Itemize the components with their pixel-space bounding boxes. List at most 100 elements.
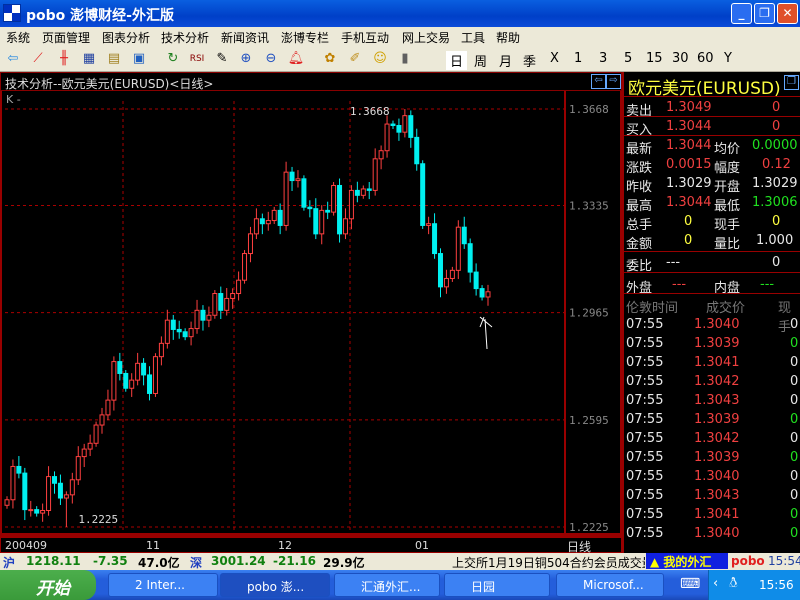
pencil-icon[interactable]: ✐ xyxy=(346,50,364,68)
trade-price: 1.3041 xyxy=(694,507,740,522)
candle-body xyxy=(87,442,93,450)
candle-body xyxy=(396,125,402,133)
period-day[interactable]: 日 xyxy=(446,51,468,70)
candle-body xyxy=(129,379,135,389)
task-huitong[interactable]: 汇通外汇... xyxy=(334,573,440,597)
sz-amount: 29.9亿 xyxy=(323,556,365,570)
candle-body xyxy=(63,494,69,499)
period-x[interactable]: X xyxy=(550,51,559,66)
period-15[interactable]: 15 xyxy=(646,51,663,66)
trade-price: 1.3040 xyxy=(694,317,740,332)
candle-body xyxy=(295,178,301,182)
menu-tech[interactable]: 技术分析 xyxy=(161,29,209,46)
low-value: 1.3006 xyxy=(752,195,798,210)
task-excel[interactable]: Microsof... xyxy=(556,573,664,597)
period-season[interactable]: 季 xyxy=(523,51,536,70)
zoom-in-icon[interactable]: ⊕ xyxy=(237,50,255,68)
candle-body xyxy=(147,374,153,394)
refresh-icon[interactable]: ↻ xyxy=(164,50,182,68)
period-60[interactable]: 60 xyxy=(697,51,714,66)
period-y[interactable]: Y xyxy=(724,51,732,66)
line-chart-icon[interactable]: ⟋ xyxy=(29,50,47,68)
menu-chart[interactable]: 图表分析 xyxy=(102,29,150,46)
minimize-button[interactable]: _ xyxy=(731,3,752,24)
candle-body xyxy=(348,189,354,220)
trade-price: 1.3039 xyxy=(694,412,740,427)
draw-pen-icon[interactable]: ✎ xyxy=(213,50,231,68)
trade-row: 07:55 1.3040 0 xyxy=(626,467,800,486)
task-internet-explorer[interactable]: 2 Inter... xyxy=(108,573,218,597)
smiley-icon[interactable]: ☺ xyxy=(371,50,389,68)
trade-time: 07:55 xyxy=(626,336,664,351)
keyboard-icon[interactable]: ⌨ xyxy=(680,576,700,592)
candle-body xyxy=(455,226,461,271)
candle-body xyxy=(420,163,426,226)
candle-body xyxy=(117,361,123,374)
trade-vol: 0 xyxy=(790,526,799,541)
menu-trade[interactable]: 网上交易 xyxy=(402,29,450,46)
period-month[interactable]: 月 xyxy=(499,51,512,70)
buy-price: 1.3044 xyxy=(666,119,712,134)
menu-help[interactable]: 帮助 xyxy=(496,29,520,46)
trade-vol: 0 xyxy=(790,317,799,332)
menu-tools[interactable]: 工具 xyxy=(461,29,485,46)
trade-row: 07:55 1.3039 0 xyxy=(626,334,800,353)
table-icon[interactable]: ▦ xyxy=(80,50,98,68)
candlestick-icon[interactable]: ╫ xyxy=(55,50,73,68)
period-5[interactable]: 5 xyxy=(624,51,632,66)
menu-news[interactable]: 新闻资讯 xyxy=(221,29,269,46)
tray-expand-icon[interactable]: ‹ xyxy=(713,576,718,591)
candle-body xyxy=(301,178,307,208)
candlestick-chart[interactable]: 1.3668 1.3335 1.2965 1.2595 1.2225 1.3668 1.22… xyxy=(0,91,622,537)
period-3[interactable]: 3 xyxy=(599,51,607,66)
prev-arrow-icon[interactable]: ⇦ xyxy=(591,74,606,89)
candle-body xyxy=(218,293,224,311)
total-vol-value: 0 xyxy=(684,214,693,229)
low-price-label: 1.2225 xyxy=(78,513,118,526)
alarm-bell-icon[interactable]: 🔔︎ xyxy=(287,50,305,68)
menu-page[interactable]: 页面管理 xyxy=(42,29,90,46)
period-week[interactable]: 周 xyxy=(474,51,487,70)
notes-icon[interactable]: ▤ xyxy=(105,50,123,68)
period-1[interactable]: 1 xyxy=(574,51,582,66)
next-arrow-icon[interactable]: ⇨ xyxy=(606,74,621,89)
rsi-icon[interactable]: RSI xyxy=(188,50,206,68)
trade-row: 07:55 1.3042 0 xyxy=(626,429,800,448)
candle-body xyxy=(158,342,164,358)
candle-body xyxy=(331,184,337,213)
period-30[interactable]: 30 xyxy=(672,51,689,66)
sell-price: 1.3049 xyxy=(666,100,712,115)
amount-value: 0 xyxy=(684,233,693,248)
restore-panel-icon[interactable]: ❐ xyxy=(784,75,799,90)
candle-body xyxy=(242,253,248,281)
candle-body xyxy=(253,218,259,235)
restore-button[interactable]: ❐ xyxy=(754,3,775,24)
start-button[interactable]: 开始 xyxy=(0,570,96,600)
trade-time: 07:55 xyxy=(626,355,664,370)
zoom-out-icon[interactable]: ⊖ xyxy=(262,50,280,68)
trade-price: 1.3042 xyxy=(694,374,740,389)
task-pobo[interactable]: pobo 澎... xyxy=(220,573,330,597)
trade-time: 07:55 xyxy=(626,526,664,541)
news-scroller[interactable]: 上交所1月19日铜504合约会员成交量 xyxy=(452,554,645,571)
trade-row: 07:55 1.3043 0 xyxy=(626,391,800,410)
task-folder[interactable]: 日园 xyxy=(444,573,550,597)
candle-body xyxy=(182,331,188,338)
trade-price: 1.3043 xyxy=(694,488,740,503)
qq-penguin-icon[interactable]: 🐧︎ xyxy=(729,575,738,593)
my-fx-button[interactable]: ▲ 我的外汇 xyxy=(646,553,728,569)
exit-door-icon[interactable]: ▮ xyxy=(396,50,414,68)
f10-icon[interactable]: ▣ xyxy=(130,50,148,68)
menu-system[interactable]: 系统 xyxy=(6,29,30,46)
menu-mobile[interactable]: 手机互动 xyxy=(341,29,389,46)
palette-icon[interactable]: ✿ xyxy=(321,50,339,68)
candle-body xyxy=(372,158,378,191)
back-arrow-icon[interactable]: ⇦ xyxy=(4,50,22,68)
candle-body xyxy=(212,293,218,316)
commit-ratio-num: 0 xyxy=(772,255,781,270)
chart-header: 技术分析--欧元美元(EURUSD)<日线> ⇦ ⇨ xyxy=(0,72,622,91)
candle-body xyxy=(105,399,111,416)
menu-column[interactable]: 澎博专栏 xyxy=(281,29,329,46)
trade-time: 07:55 xyxy=(626,412,664,427)
close-button[interactable]: ✕ xyxy=(777,3,798,24)
